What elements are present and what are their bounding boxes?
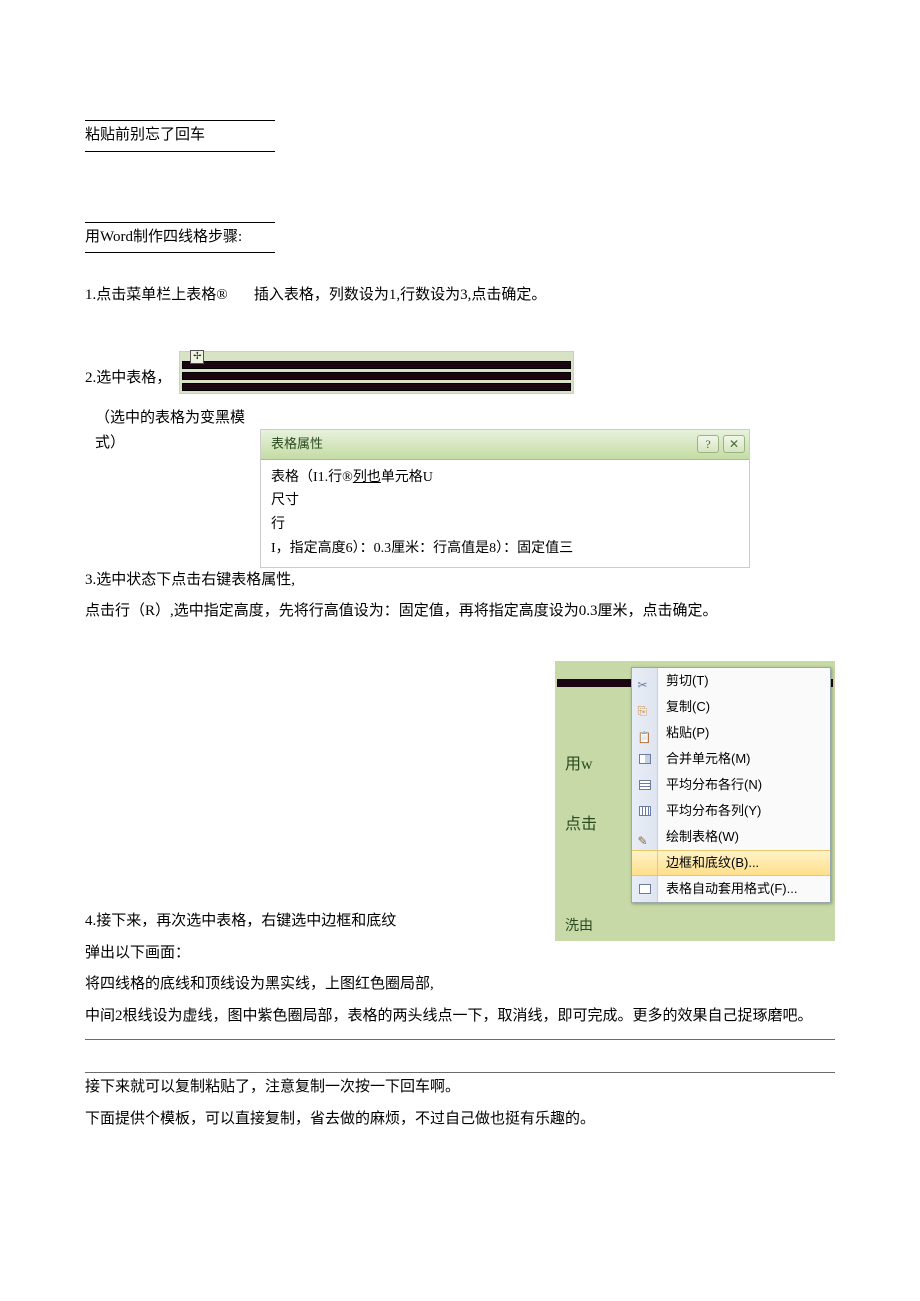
dialog-size-label: 尺寸 bbox=[271, 489, 739, 513]
dialog-help-button[interactable]: ? bbox=[697, 435, 719, 453]
dialog-row-label: 行 bbox=[271, 513, 739, 537]
table-properties-dialog: 表格属性 ? ✕ 表格（I1.行®列也单元格U 尺寸 行 I，指定高度6）：0.… bbox=[260, 429, 750, 568]
draw-icon bbox=[632, 824, 658, 850]
context-menu-item[interactable]: 表格自动套用格式(F)... bbox=[632, 876, 830, 902]
dialog-title: 表格属性 bbox=[271, 433, 323, 455]
step-3a: 3.选中状态下点击右键表格属性, bbox=[85, 568, 835, 594]
table-row bbox=[182, 383, 571, 391]
table-move-handle-icon: ✢ bbox=[190, 350, 204, 364]
context-menu-item[interactable]: 平均分布各列(Y) bbox=[632, 798, 830, 824]
context-menu-item[interactable]: 粘贴(P) bbox=[632, 720, 830, 746]
context-menu-item[interactable]: 绘制表格(W) bbox=[632, 824, 830, 850]
context-menu-item-label: 合并单元格(M) bbox=[658, 748, 830, 770]
autofmt-icon bbox=[632, 876, 658, 902]
merge-icon bbox=[632, 746, 658, 772]
doc-title: 用Word制作四线格步骤: bbox=[85, 229, 242, 245]
step-4c: 将四线格的底线和顶线设为黑实线，上图红色圈局部, bbox=[85, 972, 835, 998]
bg-text: 点击 bbox=[565, 811, 597, 838]
context-menu: 剪切(T) 复制(C) 粘贴(P) 合并单元格(M) 平均分布各行(N) 平均分布各列(Y… bbox=[631, 667, 831, 903]
bg-text: 洗由 bbox=[565, 915, 593, 939]
context-menu-item-label: 复制(C) bbox=[658, 696, 830, 718]
table-row bbox=[182, 372, 571, 380]
context-menu-item[interactable]: 边框和底纹(B)... bbox=[632, 850, 830, 876]
step-1: 1.点击菜单栏上表格® 插入表格，列数设为1,行数设为3,点击确定。 bbox=[85, 283, 835, 309]
step-4b: 弹出以下画面： bbox=[85, 941, 835, 967]
step-2: 2.选中表格， bbox=[85, 366, 171, 394]
bg-text: 用w bbox=[565, 751, 593, 778]
context-menu-item-label: 绘制表格(W) bbox=[658, 826, 830, 848]
context-menu-item[interactable]: 剪切(T) bbox=[632, 668, 830, 694]
divider bbox=[85, 1039, 835, 1040]
step-4a: 4.接下来，再次选中表格，右键选中边框和底纹 bbox=[85, 909, 545, 935]
context-menu-item[interactable]: 复制(C) bbox=[632, 694, 830, 720]
divider bbox=[85, 1072, 835, 1073]
step-4d: 中间2根线设为虚线，图中紫色圈局部，表格的两头线点一下，取消线，即可完成。更多的… bbox=[85, 1004, 835, 1030]
table-row bbox=[182, 361, 571, 369]
context-menu-item-label: 平均分布各列(Y) bbox=[658, 800, 830, 822]
context-menu-item-label: 表格自动套用格式(F)... bbox=[658, 878, 830, 900]
paste-icon bbox=[632, 720, 658, 746]
top-note: 粘贴前别忘了回车 bbox=[85, 127, 205, 143]
context-menu-image: 用w 点击 洗由 剪切(T) 复制(C) 粘贴(P) 合并单元格(M) 平均分布各行(N… bbox=[555, 661, 835, 941]
copy-icon bbox=[632, 694, 658, 720]
distcol-icon bbox=[632, 798, 658, 824]
context-menu-item-label: 粘贴(P) bbox=[658, 722, 830, 744]
footer-line-2: 下面提供个模板，可以直接复制，省去做的麻烦，不过自己做也挺有乐趣的。 bbox=[85, 1107, 835, 1133]
distrow-icon bbox=[632, 772, 658, 798]
dialog-height-line: I，指定高度6）：0.3厘米：行高值是8）：固定值三 bbox=[271, 537, 739, 561]
selected-table-image: ✢ bbox=[179, 351, 574, 394]
context-menu-item-label: 剪切(T) bbox=[658, 670, 830, 692]
cut-icon bbox=[632, 668, 658, 694]
step-3b: 点击行（R）,选中指定高度，先将行高值设为：固定值，再将指定高度设为0.3厘米，… bbox=[85, 599, 835, 625]
blank-icon bbox=[632, 851, 658, 875]
dialog-close-button[interactable]: ✕ bbox=[723, 435, 745, 453]
dialog-tab-row: 表格（I1.行®列也单元格U bbox=[271, 466, 739, 490]
context-menu-item-label: 边框和底纹(B)... bbox=[658, 852, 830, 874]
context-menu-item-label: 平均分布各行(N) bbox=[658, 774, 830, 796]
context-menu-item[interactable]: 合并单元格(M) bbox=[632, 746, 830, 772]
footer-line-1: 接下来就可以复制粘贴了，注意复制一次按一下回车啊。 bbox=[85, 1075, 835, 1101]
context-menu-item[interactable]: 平均分布各行(N) bbox=[632, 772, 830, 798]
